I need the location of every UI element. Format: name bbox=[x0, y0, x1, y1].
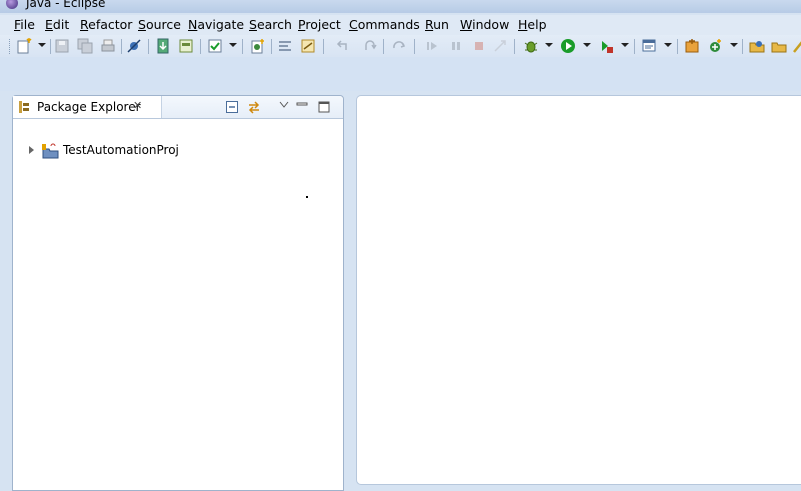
maximize-icon[interactable] bbox=[317, 100, 331, 114]
terminal-icon[interactable] bbox=[178, 38, 194, 54]
toolbar-lower-band bbox=[0, 57, 801, 91]
toolbar-separator bbox=[200, 39, 201, 54]
window-title-bar: Java - Eclipse bbox=[0, 0, 801, 13]
menu-file[interactable]: File bbox=[14, 17, 35, 32]
forward-icon[interactable] bbox=[362, 38, 378, 54]
link-with-editor-icon[interactable] bbox=[247, 100, 261, 114]
add-dropdown-arrow[interactable] bbox=[730, 43, 738, 47]
skip-breakpoints-icon[interactable] bbox=[126, 38, 142, 54]
minimize-icon[interactable] bbox=[295, 98, 309, 112]
new-dropdown-arrow[interactable] bbox=[38, 43, 46, 47]
add-icon[interactable] bbox=[707, 38, 723, 54]
toolbar-separator bbox=[383, 39, 384, 54]
disconnect-icon[interactable] bbox=[492, 38, 508, 54]
toolbar-separator bbox=[148, 39, 149, 54]
main-toolbar bbox=[0, 35, 801, 57]
menu-commands[interactable]: Commands bbox=[349, 17, 420, 32]
java-project-icon bbox=[41, 143, 59, 159]
toolbar-separator bbox=[242, 39, 243, 54]
eclipse-icon bbox=[6, 0, 18, 9]
toolbar-separator bbox=[414, 39, 415, 54]
external-tools-dropdown-arrow[interactable] bbox=[621, 43, 629, 47]
back-icon[interactable] bbox=[334, 38, 350, 54]
search-icon[interactable] bbox=[300, 38, 316, 54]
terminate-icon[interactable] bbox=[471, 38, 487, 54]
debug-icon[interactable] bbox=[523, 38, 539, 54]
package-explorer-header: Package Explorer ✕ bbox=[13, 96, 343, 119]
print-icon[interactable] bbox=[100, 38, 116, 54]
package-explorer-tab-label: Package Explorer bbox=[37, 100, 141, 114]
menu-help[interactable]: Help bbox=[518, 17, 547, 32]
editor-area[interactable] bbox=[356, 95, 801, 485]
menu-edit[interactable]: Edit bbox=[45, 17, 69, 32]
debug-dropdown-arrow[interactable] bbox=[545, 43, 553, 47]
menu-navigate[interactable]: Navigate bbox=[188, 17, 244, 32]
project-label: TestAutomationProj bbox=[63, 143, 179, 157]
view-menu-icon[interactable] bbox=[277, 98, 291, 112]
open-perspective-icon[interactable] bbox=[641, 38, 657, 54]
save-all-icon[interactable] bbox=[77, 38, 93, 54]
window-title: Java - Eclipse bbox=[26, 0, 106, 10]
package-explorer-icon bbox=[19, 101, 29, 113]
save-icon[interactable] bbox=[54, 38, 70, 54]
toolbar-separator bbox=[323, 39, 324, 54]
menu-run[interactable]: Run bbox=[425, 17, 449, 32]
open-file-icon[interactable] bbox=[771, 38, 787, 54]
menu-project[interactable]: Project bbox=[298, 17, 341, 32]
expand-arrow-icon[interactable] bbox=[29, 146, 34, 154]
new-icon[interactable] bbox=[16, 38, 32, 54]
check-icon[interactable] bbox=[207, 38, 223, 54]
menu-window[interactable]: Window bbox=[460, 17, 509, 32]
run-icon[interactable] bbox=[560, 38, 576, 54]
toolbar-separator bbox=[50, 39, 51, 54]
pencil-icon[interactable] bbox=[792, 38, 801, 54]
package-explorer-panel: Package Explorer ✕ TestAutomationProj bbox=[12, 95, 344, 491]
suspend-icon[interactable] bbox=[448, 38, 464, 54]
menu-source[interactable]: Source bbox=[138, 17, 181, 32]
toolbar-separator bbox=[271, 39, 272, 54]
next-edit-icon[interactable] bbox=[391, 38, 407, 54]
menu-refactor[interactable]: Refactor bbox=[80, 17, 132, 32]
open-type-icon[interactable] bbox=[277, 38, 293, 54]
run-dropdown-arrow[interactable] bbox=[583, 43, 591, 47]
toolbar-separator bbox=[121, 39, 122, 54]
resume-icon[interactable] bbox=[424, 38, 440, 54]
external-tools-icon[interactable] bbox=[598, 38, 614, 54]
toolbar-separator bbox=[514, 39, 515, 54]
web-browser-icon[interactable] bbox=[684, 38, 700, 54]
stray-dot bbox=[306, 196, 308, 198]
close-icon[interactable]: ✕ bbox=[133, 99, 142, 112]
menu-search[interactable]: Search bbox=[249, 17, 292, 32]
menu-bar: File Edit Refactor Source Navigate Searc… bbox=[0, 15, 801, 35]
toolbar-separator bbox=[677, 39, 678, 54]
toolbar-grip[interactable] bbox=[9, 39, 12, 54]
tab-package-explorer[interactable]: Package Explorer ✕ bbox=[13, 96, 162, 118]
perspective-dropdown-arrow[interactable] bbox=[664, 43, 672, 47]
open-folder-icon[interactable] bbox=[749, 38, 765, 54]
toolbar-separator bbox=[742, 39, 743, 54]
collapse-all-icon[interactable] bbox=[225, 100, 239, 114]
download-icon[interactable] bbox=[155, 38, 171, 54]
check-dropdown-arrow[interactable] bbox=[229, 43, 237, 47]
toolbar-separator bbox=[634, 39, 635, 54]
new-class-icon[interactable] bbox=[250, 38, 266, 54]
